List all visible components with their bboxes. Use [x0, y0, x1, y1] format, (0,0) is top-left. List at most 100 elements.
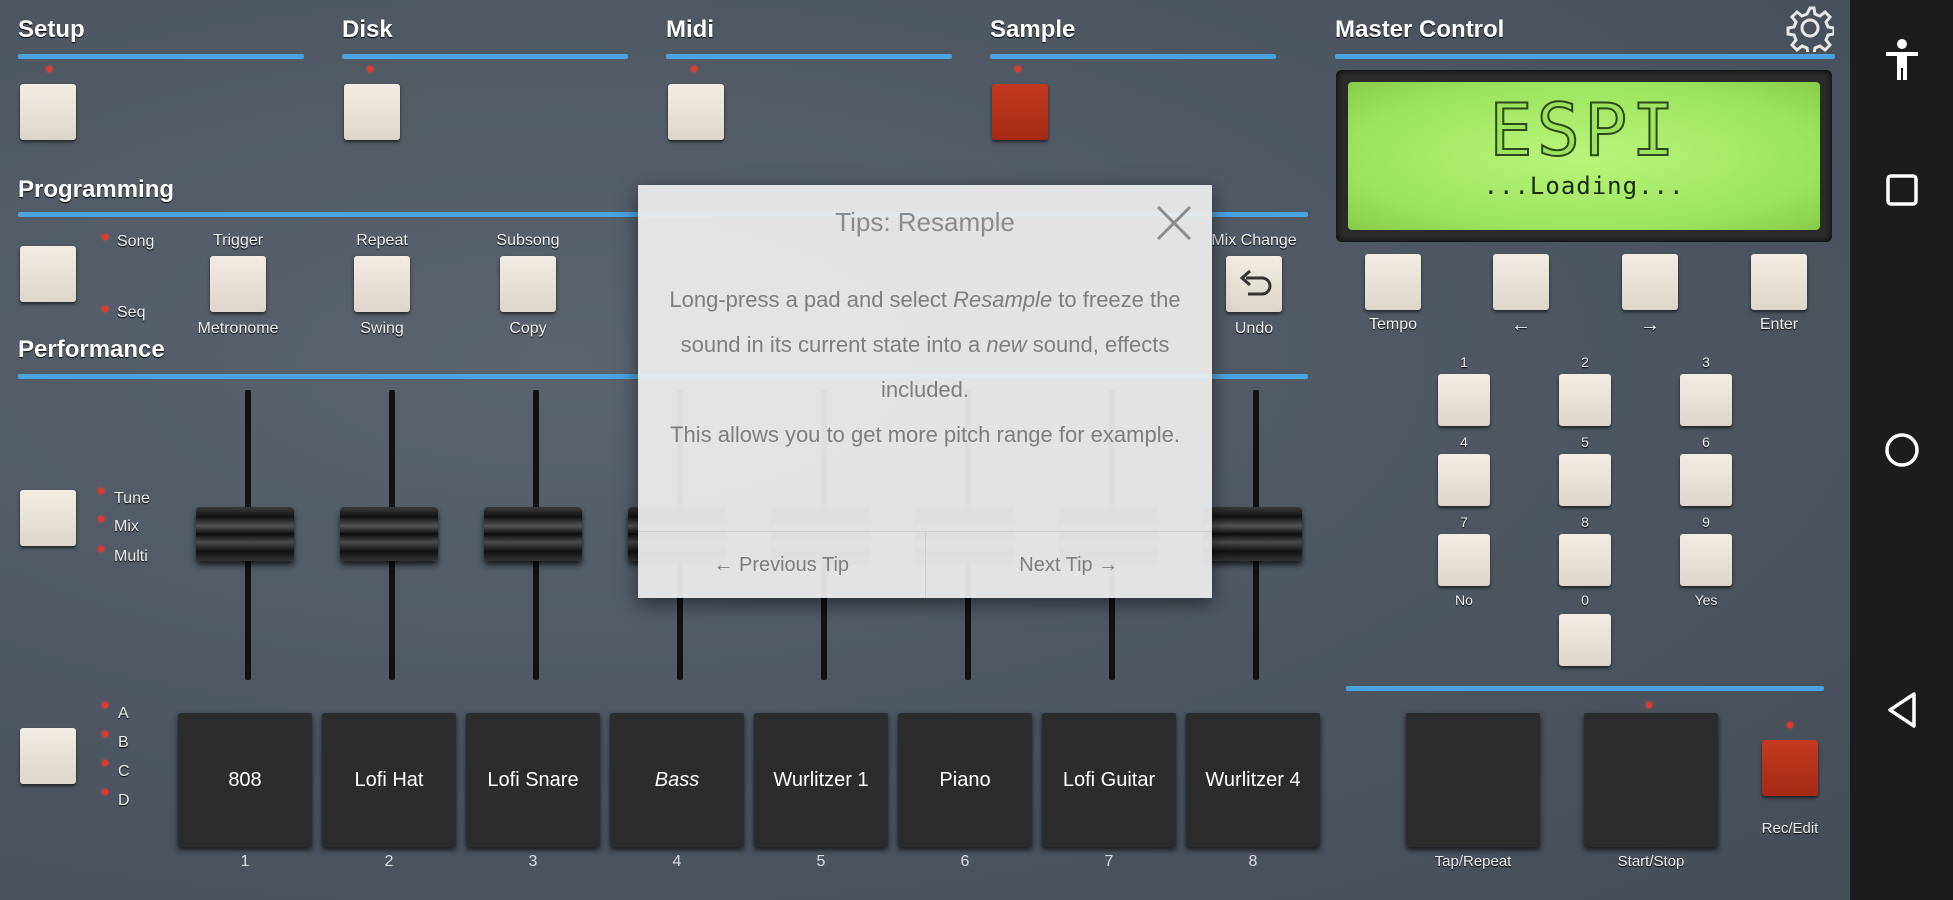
repeat-button[interactable] [354, 256, 410, 312]
key-8-button[interactable] [1559, 534, 1611, 586]
trigger-label: Trigger [212, 232, 264, 249]
home-icon[interactable] [1882, 430, 1922, 475]
setup-divider [18, 54, 304, 59]
pad-3[interactable]: Lofi Snare [466, 713, 600, 847]
pad-7[interactable]: Lofi Guitar [1042, 713, 1176, 847]
lcd-logo: ESPI [1488, 87, 1679, 173]
key-4-label: 4 [1460, 434, 1468, 450]
recent-apps-icon[interactable] [1884, 172, 1920, 213]
fader-3[interactable] [484, 507, 582, 561]
pad-6-number: 6 [960, 853, 970, 870]
tap-repeat-label: Tap/Repeat [1434, 853, 1512, 870]
key-0-button[interactable] [1559, 614, 1611, 666]
lcd-status: ...Loading... [1483, 172, 1685, 200]
left-arrow-icon: ← [1511, 314, 1531, 336]
pad-8[interactable]: Wurlitzer 4 [1186, 713, 1320, 847]
setup-led [46, 66, 52, 72]
midi-button[interactable] [668, 84, 724, 140]
section-performance-title: Performance [18, 336, 165, 363]
sample-divider [990, 54, 1276, 59]
bank-button[interactable] [20, 728, 76, 784]
yes-label: Yes [1694, 592, 1718, 608]
pad-2[interactable]: Lofi Hat [322, 713, 456, 847]
rec-edit-label: Rec/Edit [1761, 820, 1819, 837]
sample-button[interactable] [992, 84, 1048, 140]
subsong-label: Subsong [496, 232, 560, 249]
pad-5[interactable]: Wurlitzer 1 [754, 713, 888, 847]
next-tip-button[interactable]: Next Tip → [926, 532, 1213, 598]
dialog-body-emphasis: new [986, 332, 1027, 357]
key-9-button[interactable] [1680, 534, 1732, 586]
seq-label: Seq [117, 304, 146, 321]
repeat-label: Repeat [356, 232, 408, 249]
fader-1[interactable] [196, 507, 294, 561]
start-stop-pad[interactable] [1584, 713, 1718, 847]
metronome-label: Metronome [197, 320, 279, 337]
right-arrow-button[interactable] [1622, 254, 1678, 310]
close-icon[interactable] [1154, 203, 1194, 243]
song-label: Song [117, 233, 155, 250]
key-6-label: 6 [1702, 434, 1710, 450]
disk-button[interactable] [344, 84, 400, 140]
key-5-label: 5 [1581, 434, 1589, 450]
bank-c-label: C [118, 763, 130, 780]
setup-button[interactable] [20, 84, 76, 140]
dialog-footer: ← Previous Tip Next Tip → [638, 531, 1212, 598]
right-arrow-icon: → [1640, 314, 1660, 336]
bank-d-label: D [118, 792, 130, 809]
accessibility-icon[interactable] [1884, 38, 1920, 87]
copy-label: Copy [509, 320, 547, 337]
pad-6[interactable]: Piano [898, 713, 1032, 847]
start-stop-led [1646, 702, 1652, 708]
previous-tip-button[interactable]: ← Previous Tip [638, 532, 926, 598]
programming-mode-button[interactable] [20, 246, 76, 302]
mix-change-label: Mix Change [1211, 232, 1297, 249]
performance-mode-button[interactable] [20, 490, 76, 546]
tap-repeat-pad[interactable] [1406, 713, 1540, 847]
key-7-button[interactable] [1438, 534, 1490, 586]
lcd-frame: ESPI ...Loading... [1336, 70, 1832, 242]
fader-2[interactable] [340, 507, 438, 561]
enter-button[interactable] [1751, 254, 1807, 310]
tempo-button[interactable] [1365, 254, 1421, 310]
tempo-label: Tempo [1368, 316, 1418, 333]
pad-7-number: 7 [1104, 853, 1114, 870]
dialog-body-text: Long-press a pad and select [669, 287, 954, 312]
sample-led [1015, 66, 1021, 72]
undo-button[interactable] [1226, 256, 1282, 312]
key-6-button[interactable] [1680, 454, 1732, 506]
pad-8-number: 8 [1248, 853, 1258, 870]
pad-3-number: 3 [528, 853, 538, 870]
espi-app: Setup Disk Midi Sample Master Control Pr… [0, 0, 1850, 900]
fader-8[interactable] [1204, 507, 1302, 561]
multi-led [98, 546, 104, 552]
back-icon[interactable] [1884, 690, 1920, 735]
section-master-title: Master Control [1335, 16, 1505, 43]
section-programming-title: Programming [18, 176, 175, 203]
key-2-button[interactable] [1559, 374, 1611, 426]
key-3-button[interactable] [1680, 374, 1732, 426]
trigger-button[interactable] [210, 256, 266, 312]
bank-b-led [102, 731, 108, 737]
key-4-button[interactable] [1438, 454, 1490, 506]
key-0-label: 0 [1581, 592, 1589, 608]
master-divider [1335, 54, 1835, 59]
section-disk-title: Disk [342, 16, 393, 43]
system-nav-bar [1850, 0, 1953, 900]
key-5-button[interactable] [1559, 454, 1611, 506]
disk-led [367, 66, 373, 72]
rec-edit-led [1787, 722, 1793, 728]
pad-5-number: 5 [816, 853, 826, 870]
key-1-button[interactable] [1438, 374, 1490, 426]
enter-label: Enter [1759, 316, 1799, 333]
swing-label: Swing [360, 320, 404, 337]
rec-edit-button[interactable] [1762, 740, 1818, 796]
subsong-button[interactable] [500, 256, 556, 312]
midi-divider [666, 54, 952, 59]
undo-label: Undo [1234, 320, 1274, 337]
settings-gear-icon[interactable] [1786, 4, 1836, 56]
pad-4[interactable]: Bass [610, 713, 744, 847]
key-1-label: 1 [1460, 354, 1468, 370]
left-arrow-button[interactable] [1493, 254, 1549, 310]
pad-1[interactable]: 808 [178, 713, 312, 847]
